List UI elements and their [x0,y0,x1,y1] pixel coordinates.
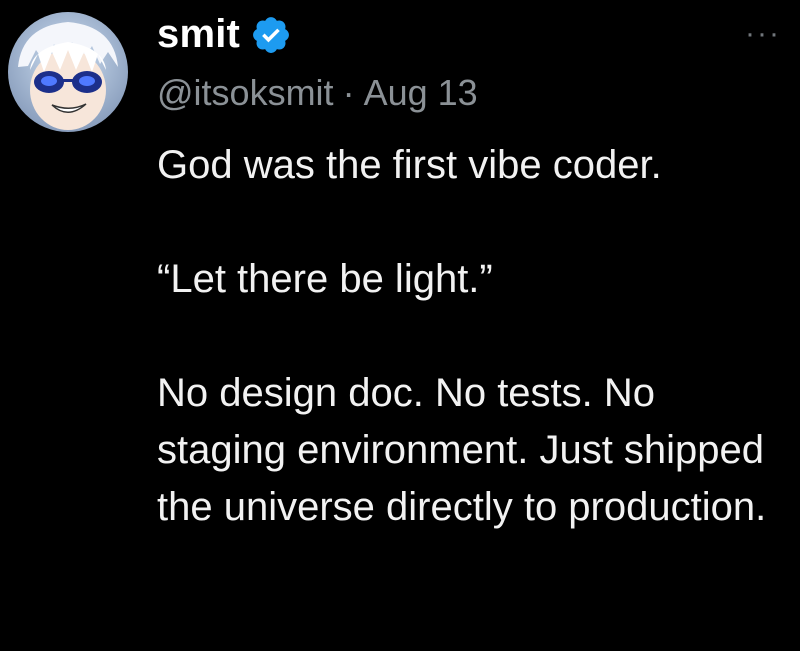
author-name-row: smit [157,8,292,60]
author-handle[interactable]: @itsoksmit [157,72,334,114]
avatar[interactable] [8,12,128,132]
meta-separator: · [342,72,355,113]
avatar-image [8,12,128,132]
tweet-date[interactable]: Aug 13 [364,72,478,114]
author-display-name[interactable]: smit [157,12,240,57]
more-options-button[interactable]: ··· [738,14,788,54]
tweet-paragraph-1: God was the first vibe coder. [157,143,662,187]
tweet-paragraph-3: No design doc. No tests. No staging envi… [157,371,767,529]
more-horizontal-icon: ··· [745,17,781,50]
tweet-body: God was the first vibe coder. “Let there… [157,137,787,536]
verified-badge-icon [250,14,292,56]
tweet-paragraph-2: “Let there be light.” [157,257,493,301]
tweet-meta: @itsoksmit · Aug 13 [157,70,478,116]
